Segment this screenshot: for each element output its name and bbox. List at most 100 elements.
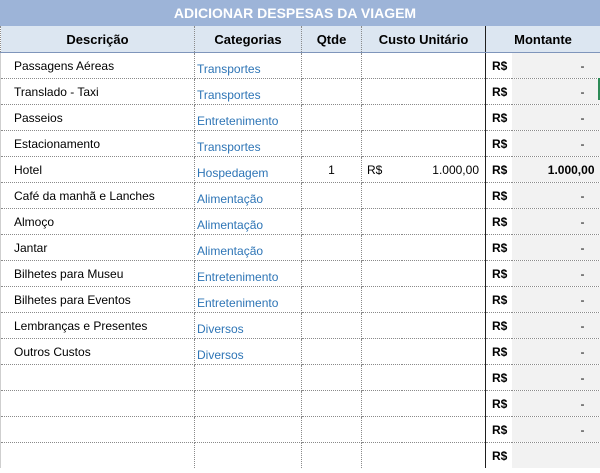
cell-custo-moeda[interactable] [361, 364, 402, 391]
header-custo-unitario[interactable]: Custo Unitário [361, 26, 486, 53]
cell-categoria[interactable]: Alimentação [194, 208, 302, 235]
cell-qtde[interactable] [301, 260, 362, 287]
cell-montante[interactable]: - [511, 182, 600, 209]
cell-qtde[interactable] [301, 104, 362, 131]
cell-custo-moeda[interactable] [361, 208, 402, 235]
cell-descricao[interactable]: Café da manhã e Lanches [0, 182, 195, 209]
cell-qtde[interactable] [301, 78, 362, 105]
cell-qtde[interactable] [301, 442, 362, 468]
cell-qtde[interactable]: 1 [301, 156, 362, 183]
cell-custo-moeda[interactable] [361, 234, 402, 261]
cell-descricao[interactable] [0, 390, 195, 417]
cell-descricao[interactable]: Passeios [0, 104, 195, 131]
cell-custo-unitario[interactable] [401, 416, 486, 443]
cell-custo-unitario[interactable] [401, 390, 486, 417]
cell-montante[interactable]: - [511, 78, 600, 105]
cell-descricao[interactable]: Lembranças e Presentes [0, 312, 195, 339]
cell-categoria[interactable] [194, 416, 302, 443]
cell-montante[interactable]: - [511, 234, 600, 261]
cell-custo-unitario[interactable] [401, 312, 486, 339]
cell-categoria[interactable]: Transportes [194, 78, 302, 105]
cell-qtde[interactable] [301, 416, 362, 443]
cell-categoria[interactable] [194, 364, 302, 391]
cell-descricao[interactable]: Translado - Taxi [0, 78, 195, 105]
cell-custo-unitario[interactable] [401, 286, 486, 313]
cell-qtde[interactable] [301, 182, 362, 209]
cell-custo-moeda[interactable] [361, 312, 402, 339]
cell-categoria[interactable]: Transportes [194, 130, 302, 157]
cell-custo-unitario[interactable]: 1.000,00 [401, 156, 486, 183]
cell-custo-moeda[interactable]: R$ [361, 156, 402, 183]
cell-montante[interactable]: - [511, 390, 600, 417]
cell-montante[interactable]: 1.000,00 [511, 156, 600, 183]
cell-custo-unitario[interactable] [401, 260, 486, 287]
cell-montante[interactable]: - [511, 338, 600, 365]
cell-custo-unitario[interactable] [401, 364, 486, 391]
cell-montante-moeda[interactable]: R$ [485, 130, 512, 157]
cell-categoria[interactable]: Entretenimento [194, 104, 302, 131]
cell-categoria[interactable]: Hospedagem [194, 156, 302, 183]
cell-montante-moeda[interactable]: R$ [485, 208, 512, 235]
cell-montante[interactable]: - [511, 208, 600, 235]
cell-descricao[interactable]: Passagens Aéreas [0, 52, 195, 79]
cell-categoria[interactable]: Diversos [194, 338, 302, 365]
cell-montante-moeda[interactable]: R$ [485, 390, 512, 417]
cell-montante[interactable]: - [511, 130, 600, 157]
cell-descricao[interactable] [0, 442, 195, 468]
cell-categoria[interactable]: Alimentação [194, 234, 302, 261]
cell-custo-moeda[interactable] [361, 78, 402, 105]
cell-montante-moeda[interactable]: R$ [485, 312, 512, 339]
header-montante[interactable]: Montante [485, 26, 600, 53]
cell-descricao[interactable]: Bilhetes para Eventos [0, 286, 195, 313]
cell-descricao[interactable] [0, 364, 195, 391]
cell-descricao[interactable]: Hotel [0, 156, 195, 183]
cell-montante-moeda[interactable]: R$ [485, 364, 512, 391]
cell-custo-unitario[interactable] [401, 52, 486, 79]
cell-montante[interactable]: - [511, 286, 600, 313]
header-qtde[interactable]: Qtde [301, 26, 362, 53]
cell-custo-moeda[interactable] [361, 260, 402, 287]
cell-montante-moeda[interactable]: R$ [485, 52, 512, 79]
cell-descricao[interactable]: Jantar [0, 234, 195, 261]
cell-categoria[interactable] [194, 390, 302, 417]
cell-descricao[interactable] [0, 416, 195, 443]
cell-montante[interactable]: - [511, 364, 600, 391]
cell-qtde[interactable] [301, 52, 362, 79]
cell-montante-moeda[interactable]: R$ [485, 286, 512, 313]
cell-categoria[interactable]: Entretenimento [194, 260, 302, 287]
cell-montante-moeda[interactable]: R$ [485, 260, 512, 287]
cell-montante-moeda[interactable]: R$ [485, 104, 512, 131]
cell-custo-unitario[interactable] [401, 338, 486, 365]
cell-descricao[interactable]: Estacionamento [0, 130, 195, 157]
cell-custo-moeda[interactable] [361, 416, 402, 443]
cell-qtde[interactable] [301, 390, 362, 417]
cell-qtde[interactable] [301, 130, 362, 157]
cell-descricao[interactable]: Almoço [0, 208, 195, 235]
cell-montante-moeda[interactable]: R$ [485, 234, 512, 261]
cell-montante-moeda[interactable]: R$ [485, 78, 512, 105]
cell-custo-unitario[interactable] [401, 208, 486, 235]
cell-qtde[interactable] [301, 338, 362, 365]
cell-categoria[interactable]: Diversos [194, 312, 302, 339]
cell-montante[interactable]: - [511, 260, 600, 287]
cell-custo-unitario[interactable] [401, 182, 486, 209]
header-categorias[interactable]: Categorias [194, 26, 302, 53]
cell-qtde[interactable] [301, 364, 362, 391]
cell-qtde[interactable] [301, 286, 362, 313]
cell-custo-unitario[interactable] [401, 442, 486, 468]
cell-custo-moeda[interactable] [361, 130, 402, 157]
cell-categoria[interactable]: Entretenimento [194, 286, 302, 313]
cell-custo-moeda[interactable] [361, 390, 402, 417]
cell-custo-moeda[interactable] [361, 182, 402, 209]
cell-custo-moeda[interactable] [361, 104, 402, 131]
cell-montante-moeda[interactable]: R$ [485, 416, 512, 443]
cell-categoria[interactable]: Alimentação [194, 182, 302, 209]
cell-descricao[interactable]: Outros Custos [0, 338, 195, 365]
cell-montante-moeda[interactable]: R$ [485, 156, 512, 183]
cell-categoria[interactable] [194, 442, 302, 468]
header-descricao[interactable]: Descrição [0, 26, 195, 53]
cell-custo-moeda[interactable] [362, 443, 402, 469]
cell-montante[interactable]: - [511, 312, 600, 339]
cell-categoria[interactable]: Transportes [194, 52, 302, 79]
cell-montante[interactable]: - [511, 104, 600, 131]
